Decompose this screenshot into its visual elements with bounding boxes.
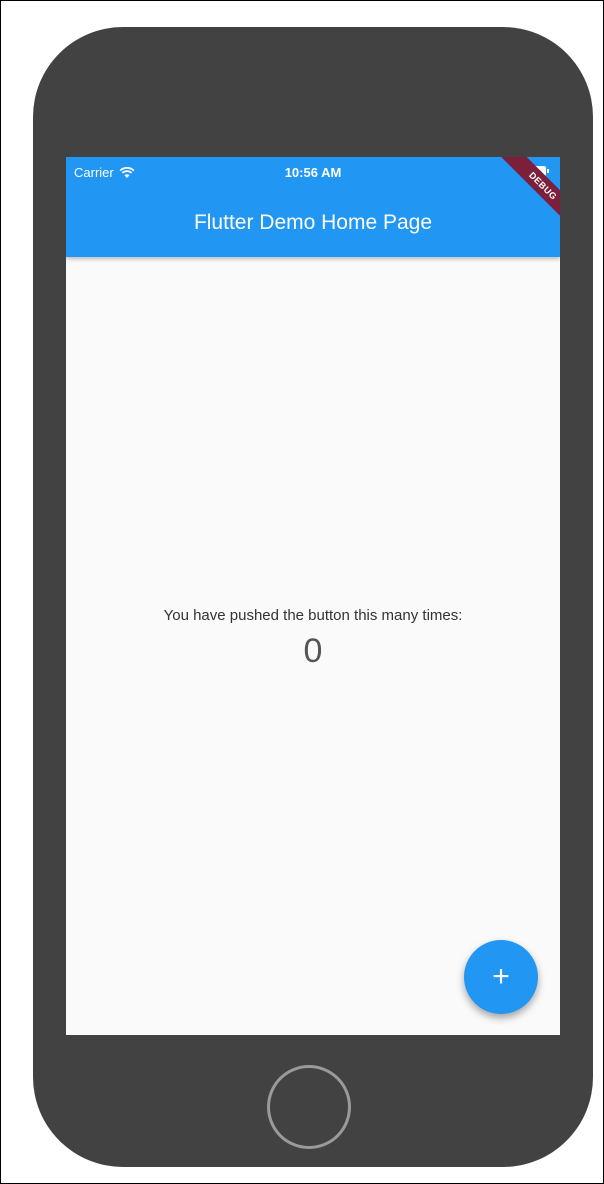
home-button[interactable] [267, 1065, 351, 1149]
counter-section: You have pushed the button this many tim… [66, 607, 560, 671]
app-screen: Carrier 10:56 AM Flutter Demo Home Page … [66, 157, 560, 1035]
counter-message: You have pushed the button this many tim… [163, 607, 463, 624]
status-bar: Carrier 10:56 AM [66, 157, 560, 187]
plus-icon: + [492, 960, 510, 993]
battery-icon [522, 166, 549, 176]
counter-value: 0 [303, 632, 323, 670]
app-bar: Carrier 10:56 AM Flutter Demo Home Page [66, 157, 560, 257]
figure-frame: Carrier 10:56 AM Flutter Demo Home Page … [0, 0, 604, 1184]
status-time: 10:56 AM [284, 165, 342, 180]
page-title: Flutter Demo Home Page [193, 211, 433, 234]
increment-fab-button[interactable]: + [464, 940, 538, 1014]
